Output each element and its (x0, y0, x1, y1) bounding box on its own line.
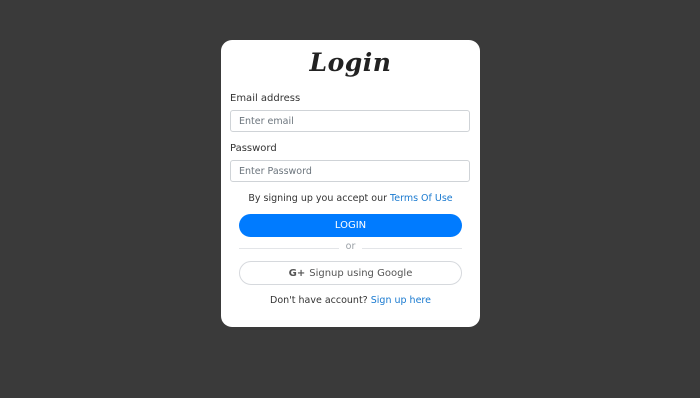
login-title: Login (309, 48, 392, 77)
divider-or-text: or (345, 241, 356, 252)
google-signup-button[interactable]: G+ Signup using Google (239, 261, 462, 285)
password-input[interactable] (230, 160, 470, 182)
terms-of-use-link[interactable]: Terms Of Use (390, 193, 453, 204)
signup-text: Don't have account? (270, 295, 371, 306)
login-button[interactable]: LOGIN (239, 214, 462, 237)
login-card: Login Email address Password By signing … (221, 40, 480, 327)
google-signup-label: Signup using Google (309, 267, 413, 279)
terms-text: By signing up you accept our (248, 193, 391, 204)
divider-line-right (362, 248, 462, 249)
google-plus-icon: G+ (288, 267, 306, 279)
sign-up-link[interactable]: Sign up here (371, 295, 431, 306)
or-divider: or (239, 241, 462, 255)
signup-prompt: Don't have account? Sign up here (221, 295, 480, 306)
terms-notice: By signing up you accept our Terms Of Us… (221, 193, 480, 204)
email-label: Email address (230, 93, 301, 104)
email-input[interactable] (230, 110, 470, 132)
password-label: Password (230, 143, 277, 154)
